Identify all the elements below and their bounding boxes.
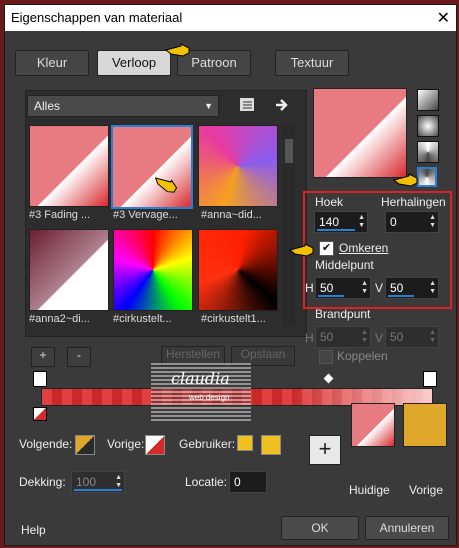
spinner-arrows-icon[interactable]: ▲ ▼ [358, 214, 365, 230]
center-label: Middelpunt [315, 258, 374, 272]
gradient-thumb-vervagen-selected[interactable] [111, 125, 193, 209]
title-bar: Eigenschappen van materiaal ✕ [5, 5, 456, 31]
location-value: 0 [234, 475, 241, 489]
center-h-label: H [305, 281, 314, 295]
opacity-midpoint[interactable] [323, 373, 334, 384]
location-input[interactable]: 0 [229, 471, 267, 493]
arrow-right-icon[interactable] [274, 97, 290, 113]
help-link[interactable]: Help [21, 523, 46, 537]
spinner-arrows-icon[interactable]: ▲ ▼ [115, 474, 122, 490]
cancel-button[interactable]: Annuleren [365, 516, 449, 540]
spinner-arrows-icon[interactable]: ▲ ▼ [361, 280, 368, 296]
focal-v-value: 50 [390, 330, 404, 344]
center-h-slider[interactable] [318, 295, 344, 297]
add-to-swatches-button[interactable]: + [309, 435, 341, 465]
tab-verloop[interactable]: Verloop [97, 50, 171, 76]
pointing-hand-icon [165, 43, 190, 57]
repeats-input[interactable]: 0 ▲ ▼ [385, 211, 439, 233]
user-swatch-1[interactable] [237, 435, 253, 451]
prev-swatch[interactable] [145, 435, 165, 455]
user-label: Gebruiker: [179, 437, 236, 451]
center-h-input[interactable]: 50 ▲ ▼ [315, 277, 371, 299]
next-label: Volgende: [19, 437, 73, 451]
list-view-icon[interactable] [238, 97, 256, 113]
thumb-label: #cirkustelt1... [201, 313, 266, 325]
opacity-label: Dekking: [19, 475, 66, 489]
opacity-input[interactable]: 100 ▲ ▼ [71, 471, 125, 493]
next-swatch[interactable] [75, 435, 95, 455]
angle-value: 140 [319, 215, 340, 229]
tab-kleur[interactable]: Kleur [15, 50, 89, 76]
focal-v-label: V [375, 331, 384, 345]
linear-style-icon[interactable] [417, 89, 439, 111]
center-h-value: 50 [320, 281, 334, 295]
angle-input[interactable]: 140 ▲ ▼ [314, 211, 368, 233]
category-dropdown[interactable]: Alles ▼ [27, 95, 219, 117]
pointing-hand-icon [393, 173, 418, 187]
user-swatch-2[interactable] [261, 435, 281, 455]
thumb-label: #anna~did... [201, 209, 262, 221]
watermark-sub: web design [189, 393, 230, 402]
location-label: Locatie: [185, 475, 228, 489]
gradient-thumb-cirkustelt1[interactable] [198, 229, 278, 311]
gradient-thumb-anna[interactable] [198, 125, 278, 207]
center-v-input[interactable]: 50 ▲ ▼ [385, 277, 439, 299]
repeats-label: Herhalingen [381, 195, 446, 209]
opacity-value: 100 [76, 475, 97, 489]
center-v-value: 50 [390, 281, 404, 295]
angle-slider[interactable] [317, 229, 355, 231]
thumb-label: #cirkustelt... [113, 313, 172, 325]
current-material-swatch[interactable] [351, 403, 395, 447]
current-label: Huidige [349, 483, 390, 497]
add-gradient-button[interactable]: + [31, 347, 55, 367]
link-label: Koppelen [337, 349, 388, 363]
spinner-arrows-icon[interactable]: ▲ ▼ [429, 214, 436, 230]
gradient-thumb-anna2[interactable] [29, 229, 109, 311]
opacity-slider[interactable] [74, 489, 122, 491]
color-stop-left[interactable] [33, 407, 47, 421]
thumb-label: #3 Vervage... [113, 209, 178, 221]
previous-label: Vorige [409, 483, 444, 497]
gallery-scrollbar[interactable] [283, 125, 295, 325]
category-value: Alles [34, 99, 61, 113]
focal-v-input[interactable]: 50 ▲ ▼ [385, 326, 439, 348]
watermark-name: claudia [171, 369, 230, 388]
center-v-slider[interactable] [388, 295, 414, 297]
focal-h-input[interactable]: 50 ▲ ▼ [315, 326, 371, 348]
close-icon[interactable]: ✕ [437, 8, 450, 28]
opacity-stop-left[interactable] [33, 371, 47, 387]
chevron-down-icon: ▼ [204, 101, 213, 111]
thumb-label: #anna2~di... [29, 313, 90, 325]
watermark-logo: claudia web design [151, 363, 251, 421]
focal-h-label: H [305, 331, 314, 345]
tab-textuur[interactable]: Textuur [275, 50, 349, 76]
invert-label: Omkeren [339, 241, 389, 255]
gradient-thumb-fading[interactable] [29, 125, 109, 207]
repeats-value: 0 [390, 215, 397, 229]
material-properties-window: Eigenschappen van materiaal ✕ Kleur Verl… [4, 4, 457, 546]
center-v-label: V [375, 281, 384, 295]
focal-h-value: 50 [320, 330, 334, 344]
gradient-preview[interactable] [313, 88, 407, 178]
window-title: Eigenschappen van materiaal [11, 10, 183, 25]
thumb-label: #3 Fading ... [29, 209, 91, 221]
prev-label: Vorige: [107, 437, 145, 451]
invert-checkbox[interactable]: ✔ [319, 241, 334, 256]
pointing-hand-icon [289, 243, 314, 257]
spinner-arrows-icon[interactable]: ▲ ▼ [429, 280, 436, 296]
focal-label: Brandpunt [315, 307, 371, 321]
angle-label: Hoek [315, 195, 344, 209]
spinner-arrows-icon[interactable]: ▲ ▼ [361, 329, 368, 345]
link-checkbox[interactable] [319, 350, 333, 364]
scrollbar-thumb[interactable] [285, 139, 293, 163]
remove-gradient-button[interactable]: - [67, 347, 91, 367]
gradient-thumb-cirkustelt[interactable] [113, 229, 193, 311]
opacity-stop-right[interactable] [423, 371, 437, 387]
spinner-arrows-icon[interactable]: ▲ ▼ [429, 329, 436, 345]
radial-style-icon[interactable] [417, 115, 439, 137]
sunburst-style-icon[interactable] [417, 167, 437, 187]
ok-button[interactable]: OK [281, 516, 359, 540]
previous-material-swatch[interactable] [403, 403, 447, 447]
rectangular-style-icon[interactable] [417, 141, 439, 163]
